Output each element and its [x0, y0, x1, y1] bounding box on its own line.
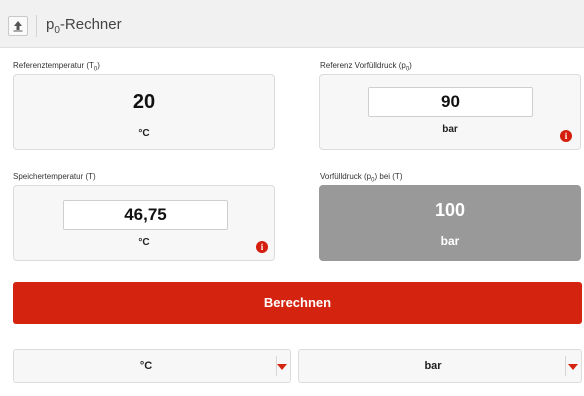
- reference-temperature-label: Referenztemperatur (T0): [13, 61, 100, 73]
- result-pressure-panel: 100 bar: [319, 185, 581, 261]
- storage-temperature-input[interactable]: 46,75: [63, 200, 228, 230]
- pressure-unit-select[interactable]: bar: [298, 349, 582, 383]
- storage-temperature-label: Speichertemperatur (T): [13, 172, 96, 181]
- select-divider: [565, 356, 566, 376]
- reference-pressure-unit: bar: [442, 124, 458, 135]
- temperature-unit-value: °C: [139, 360, 153, 372]
- temperature-unit-select[interactable]: °C: [13, 349, 291, 383]
- reference-temperature-unit: °C: [138, 128, 150, 139]
- app-header: p0-Rechner: [0, 0, 584, 48]
- calculate-button[interactable]: Berechnen: [13, 282, 582, 324]
- reference-temperature-panel[interactable]: 20 °C: [13, 74, 275, 150]
- result-pressure-unit: bar: [440, 234, 460, 248]
- pressure-unit-value: bar: [424, 360, 442, 372]
- result-pressure-value: 100: [434, 200, 466, 220]
- result-pressure-label: Vorfülldruck (p0) bei (T): [320, 172, 403, 184]
- header-divider: [36, 15, 37, 37]
- reference-temperature-value[interactable]: 20: [14, 91, 274, 114]
- storage-temperature-unit: °C: [138, 237, 150, 248]
- reference-pressure-label: Referenz Vorfülldruck (p0): [320, 61, 412, 73]
- info-icon[interactable]: i: [256, 241, 268, 253]
- chevron-down-icon[interactable]: [568, 364, 578, 370]
- chevron-down-icon[interactable]: [277, 364, 287, 370]
- storage-temperature-panel: 46,75 °C i: [13, 185, 275, 261]
- info-icon[interactable]: i: [560, 130, 572, 142]
- reference-pressure-input[interactable]: 90: [368, 87, 533, 117]
- reference-pressure-panel: 90 bar i: [319, 74, 581, 150]
- page-title: p0-Rechner: [46, 16, 122, 36]
- home-up-icon[interactable]: [8, 16, 28, 36]
